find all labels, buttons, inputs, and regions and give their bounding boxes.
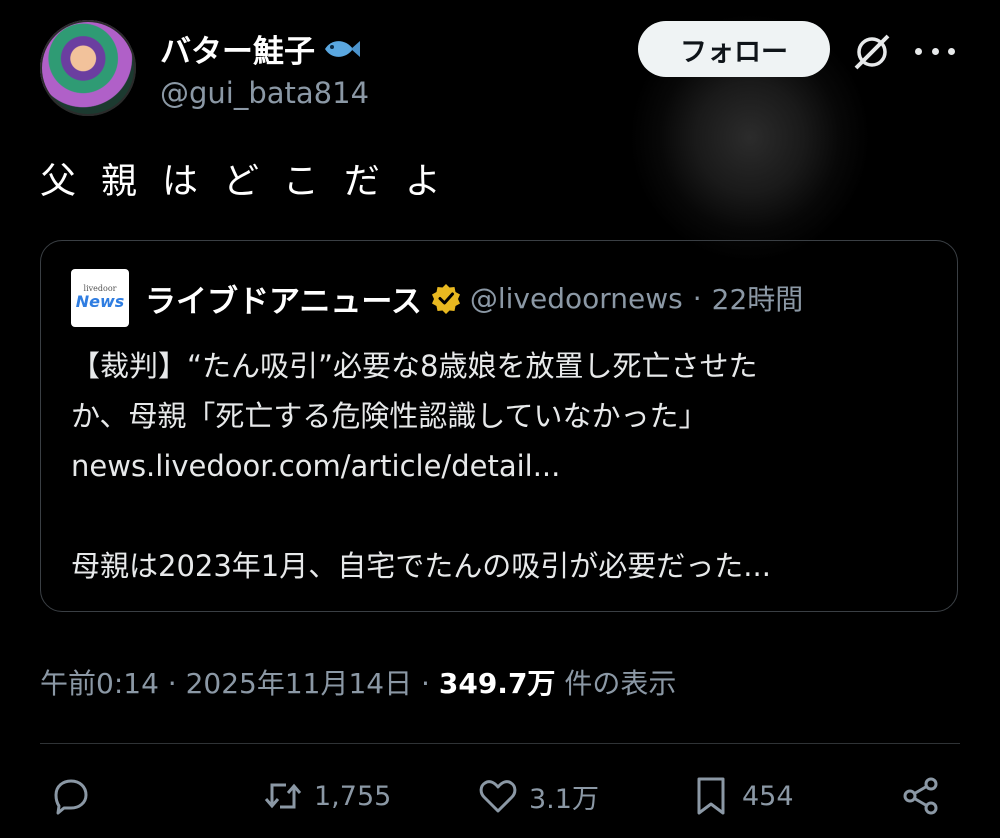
share-icon [903,777,938,815]
share-button[interactable] [900,775,942,817]
heart-icon [479,780,517,813]
quote-header: livedoor News ライブドアニュース @livedoornews · … [71,269,803,327]
like-count: 3.1万 [529,783,599,815]
display-name[interactable]: バター鮭子 [160,26,315,71]
quote-line-2: か、母親「死亡する危険性認識していなかった」 [71,399,708,433]
avatar[interactable] [40,20,136,116]
follow-button[interactable]: フォロー [638,21,830,77]
quote-line-1: 【裁判】“たん吸引”必要な8歳娘を放置し死亡させた [71,349,758,383]
meta-separator: · [421,667,430,700]
tweet-date[interactable]: 2025年11月14日 [186,667,413,700]
views-label: 件の表示 [564,667,677,700]
divider [40,743,960,744]
quote-paragraph-gap [71,491,931,541]
reply-icon [54,779,88,815]
retweet-count: 1,755 [314,780,392,812]
quote-body: 【裁判】“たん吸引”必要な8歳娘を放置し死亡させた か、母親「死亡する危険性認識… [71,341,931,591]
author-name-row[interactable]: バター鮭子 [160,26,361,71]
quote-avatar-main-text: News [75,292,125,312]
grok-icon[interactable] [850,30,894,74]
quote-display-name: ライブドアニュース [145,283,422,320]
bookmark-count: 454 [742,780,794,812]
like-button[interactable]: 3.1万 [477,775,599,817]
author-handle[interactable]: @gui_bata814 [160,76,369,110]
views-count: 349.7万 [438,667,556,700]
quote-tweet-card[interactable]: livedoor News ライブドアニュース @livedoornews · … [40,240,958,612]
retweet-button[interactable]: 1,755 [262,775,391,817]
meta-separator: · [167,667,177,700]
bookmark-button[interactable]: 454 [690,775,794,817]
quote-separator: · [692,281,702,315]
retweet-icon [264,783,302,809]
quote-line-4: 母親は2023年1月、自宅でたんの吸引が必要だった... [71,549,771,583]
tweet-text: 父親はどこだよ [40,161,466,202]
quote-link[interactable]: news.livedoor.com/article/detail... [71,441,931,491]
bookmark-icon [697,777,725,815]
quote-time: 22時間 [711,283,804,316]
action-bar: 1,755 3.1万 454 [0,775,1000,835]
verified-badge-icon [431,284,460,314]
fish-icon [325,40,360,57]
tweet-meta: 午前0:14 · 2025年11月14日 · 349.7万 件の表示 [40,662,676,702]
more-icon[interactable] [915,33,955,69]
quote-avatar: livedoor News [71,269,129,327]
reply-button[interactable] [50,775,92,817]
quote-handle: @livedoornews [469,281,683,315]
tweet-time[interactable]: 午前0:14 [40,667,159,700]
